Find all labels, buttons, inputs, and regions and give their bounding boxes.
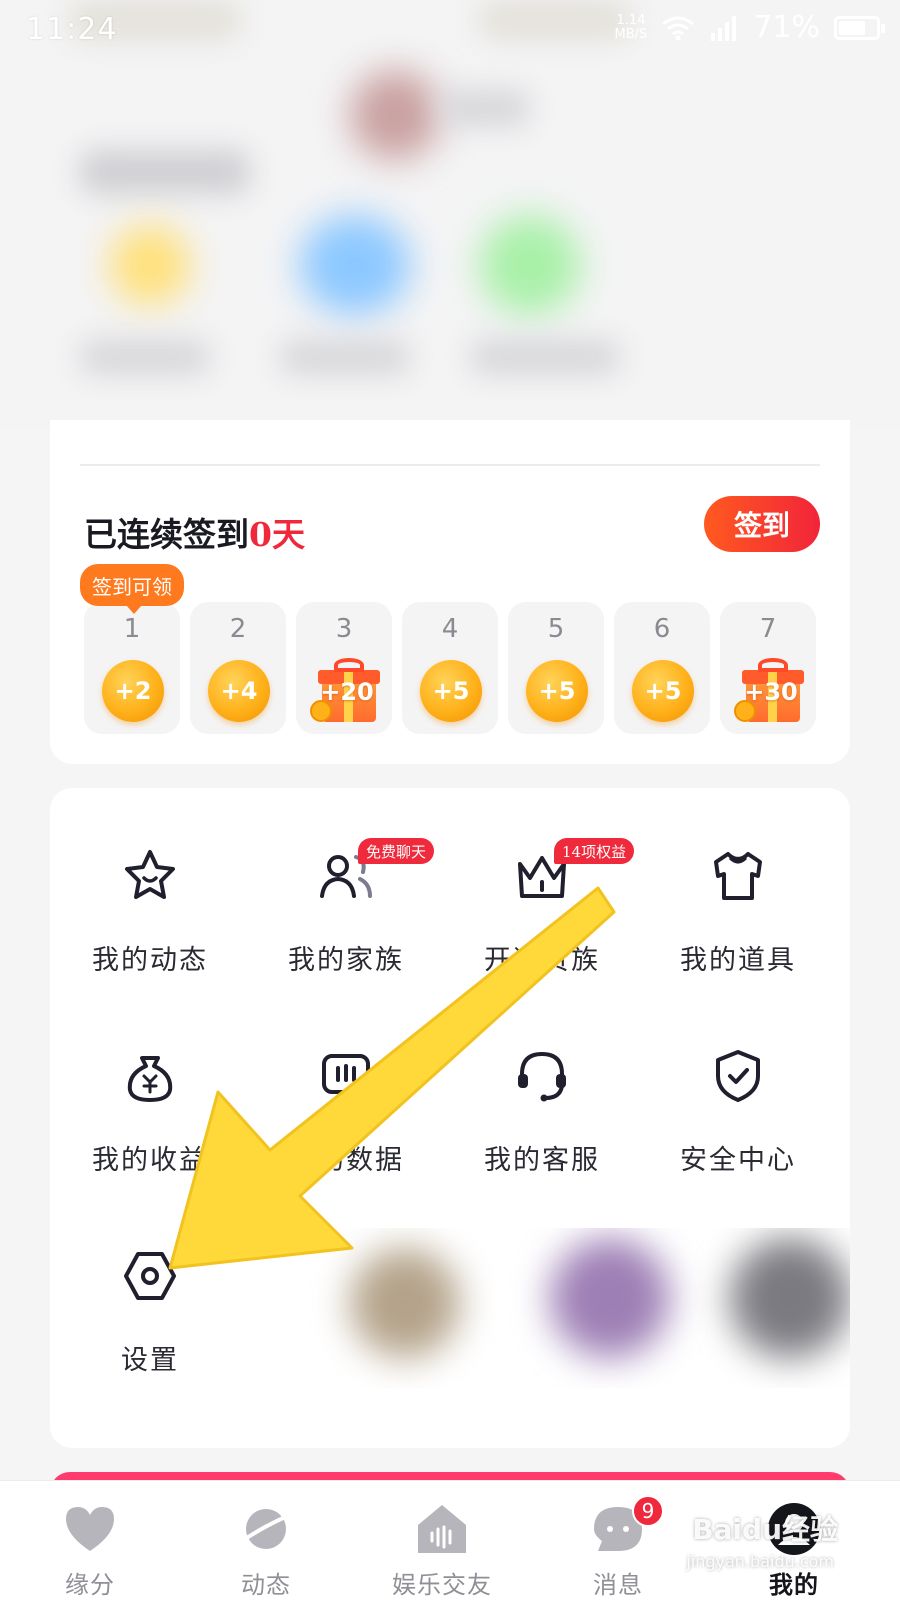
nav-tab-label: 消息 [593, 1571, 643, 1599]
signin-day-number: 2 [229, 614, 247, 644]
menu-item-shirt[interactable]: 我的道具 [638, 788, 838, 988]
status-time: 11:24 [26, 12, 118, 47]
coin-reward-icon: +5 [632, 660, 694, 722]
coin-reward-icon: +5 [526, 660, 588, 722]
signin-day: 6 +5 [614, 602, 710, 734]
menu-item-star[interactable]: 我的动态 [50, 788, 250, 988]
data-icon [316, 1046, 376, 1106]
gift-reward-amount: +20 [320, 678, 374, 706]
reward-tip-badge: 签到可领 [80, 564, 184, 614]
star-icon [120, 846, 180, 906]
network-speed-value: 1.14 [616, 12, 646, 28]
settings-hex-icon [120, 1246, 180, 1306]
menu-item-label: 我的数据 [288, 1145, 404, 1176]
signin-day: 1 +2 [84, 602, 180, 734]
menu-item-money-bag[interactable]: 我的收益 [50, 988, 250, 1188]
streak-prefix: 已连续签到 [84, 515, 249, 554]
headset-icon [512, 1046, 572, 1106]
app-screen: 11:24 1.14 MB/S 71% 已连续签到0天 签到 签到可领 1 +2… [0, 0, 900, 1600]
menu-grid-card: 我的动态 我的家族 免费聊天开通贵族 14项权益我的道具我的收益 我的数据 我的客服 安全中… [50, 788, 850, 1448]
signin-day-number: 4 [441, 614, 459, 644]
menu-item-label: 开通贵族 [484, 945, 600, 976]
signin-day: 3 +20 [296, 602, 392, 734]
battery-percent: 71% [753, 10, 820, 45]
baidu-watermark-url: jingyan.baidu.com [686, 1552, 834, 1571]
menu-item-label: 我的客服 [484, 1145, 600, 1176]
signin-day-number: 1 [123, 614, 141, 644]
signin-day-number: 5 [547, 614, 565, 644]
signin-day: 7 +30 [720, 602, 816, 734]
menu-item-badge: 14项权益 [554, 838, 635, 864]
network-speed: 1.14 MB/S [614, 12, 648, 42]
signin-day-number: 7 [759, 614, 777, 644]
nav-tab-label: 缘分 [65, 1571, 115, 1599]
planet-icon [238, 1501, 294, 1557]
signin-day: 4 +5 [402, 602, 498, 734]
nav-tab-label: 娱乐交友 [392, 1571, 492, 1599]
baidu-watermark: Baidu经验 [692, 1513, 838, 1546]
menu-item-label: 我的家族 [288, 945, 404, 976]
nav-tab-chat-bubble[interactable]: 消息 9 [528, 1481, 708, 1600]
signin-day: 5 +5 [508, 602, 604, 734]
nav-tab-planet[interactable]: 动态 [176, 1481, 356, 1600]
signin-day-number: 3 [335, 614, 353, 644]
menu-item-label: 我的收益 [92, 1145, 208, 1176]
money-bag-icon [120, 1046, 180, 1106]
signin-day-number: 6 [653, 614, 671, 644]
streak-count: 0天 [249, 515, 305, 554]
menu-item-label: 安全中心 [680, 1145, 796, 1176]
menu-item-family[interactable]: 我的家族 免费聊天 [246, 788, 446, 988]
menu-item-data[interactable]: 我的数据 [246, 988, 446, 1188]
signin-day: 2 +4 [190, 602, 286, 734]
cellular-signal-icon [711, 15, 737, 41]
divider [80, 464, 820, 466]
coin-reward-icon: +2 [102, 660, 164, 722]
signin-card: 已连续签到0天 签到 签到可领 1 +2 2 +4 3 +20 4 +5 5 +5 6 +5 7 +30 [50, 420, 850, 764]
gift-reward-icon: +30 [734, 656, 804, 722]
menu-item-settings-hex[interactable]: 设置 [50, 1188, 250, 1388]
nav-tab-label: 动态 [241, 1571, 291, 1599]
battery-icon [834, 15, 885, 40]
wifi-icon [662, 16, 695, 40]
gift-reward-icon: +20 [310, 656, 380, 722]
menu-item-badge: 免费聊天 [358, 838, 435, 864]
menu-item-headset[interactable]: 我的客服 [442, 988, 642, 1188]
menu-item-label: 设置 [121, 1345, 179, 1376]
battery-level-fill [839, 20, 865, 35]
unread-count-badge: 9 [632, 1495, 664, 1527]
menu-item-label: 我的道具 [680, 945, 796, 976]
menu-item-shield[interactable]: 安全中心 [638, 988, 838, 1188]
house-audio-icon [414, 1501, 470, 1557]
shield-icon [708, 1046, 768, 1106]
network-speed-unit: MB/S [614, 26, 648, 42]
menu-item-label: 我的动态 [92, 945, 208, 976]
nav-tab-heart[interactable]: 缘分 [0, 1481, 180, 1600]
coin-reward-icon: +4 [208, 660, 270, 722]
menu-item-crown[interactable]: 开通贵族 14项权益 [442, 788, 642, 988]
signin-streak: 已连续签到0天 [84, 508, 305, 556]
signin-button[interactable]: 签到 [704, 496, 820, 552]
signin-days: 1 +2 2 +4 3 +20 4 +5 5 +5 6 +5 7 +30 [84, 602, 816, 734]
coin-reward-icon: +5 [420, 660, 482, 722]
blurred-recommendations [260, 1228, 850, 1388]
status-bar: 11:24 1.14 MB/S 71% [0, 0, 900, 62]
nav-tab-house-audio[interactable]: 娱乐交友 [352, 1481, 532, 1600]
heart-icon [62, 1501, 118, 1557]
shirt-icon [708, 846, 768, 906]
status-indicators: 1.14 MB/S 71% [614, 10, 885, 45]
blurred-profile-header [0, 0, 900, 430]
gift-reward-amount: +30 [744, 678, 798, 706]
